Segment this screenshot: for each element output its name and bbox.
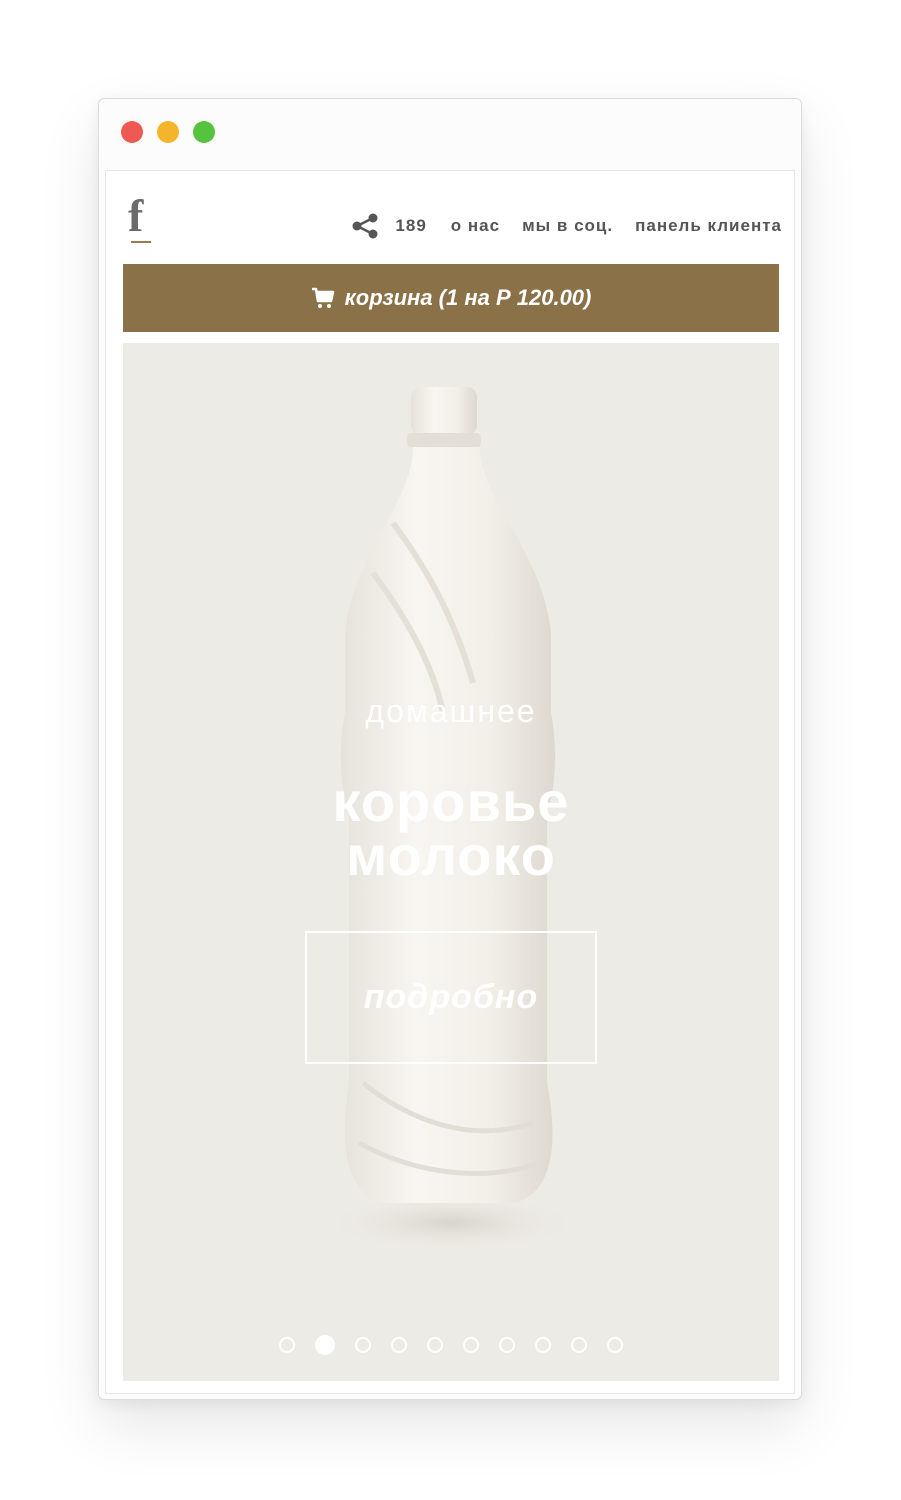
- hero-title-line2: молоко: [345, 824, 557, 887]
- slider-dot-6[interactable]: [463, 1337, 479, 1353]
- close-window-button[interactable]: [121, 121, 143, 143]
- top-navigation: 189 о нас мы в соц. панель клиента: [351, 213, 782, 239]
- nav-client-panel[interactable]: панель клиента: [635, 216, 782, 236]
- slider-dot-9[interactable]: [571, 1337, 587, 1353]
- nav-social[interactable]: мы в соц.: [522, 216, 613, 236]
- share-icon[interactable]: [351, 213, 379, 239]
- slider-dot-10[interactable]: [607, 1337, 623, 1353]
- slider-dot-8[interactable]: [535, 1337, 551, 1353]
- page-viewport: f 189 о нас мы в соц. панель клиента кор…: [105, 170, 795, 1394]
- browser-window: f 189 о нас мы в соц. панель клиента кор…: [98, 98, 802, 1400]
- slider-dot-3[interactable]: [355, 1337, 371, 1353]
- cart-button[interactable]: корзина (1 на Р 120.00): [123, 264, 779, 332]
- site-logo[interactable]: f: [128, 193, 154, 245]
- slider-dot-5[interactable]: [427, 1337, 443, 1353]
- maximize-window-button[interactable]: [193, 121, 215, 143]
- hero-subtitle: домашнее: [365, 693, 537, 729]
- logo-underline: [131, 241, 151, 243]
- details-button-label: подробно: [363, 978, 539, 1016]
- hero-title-line1: коровье: [332, 770, 570, 833]
- slider-dot-1[interactable]: [279, 1337, 295, 1353]
- hero-title: коровье молоко: [123, 770, 779, 887]
- window-controls: [121, 121, 215, 143]
- logo-letter: f: [128, 190, 144, 241]
- nav-about[interactable]: о нас: [451, 216, 500, 236]
- slider-pagination: [123, 1335, 779, 1355]
- slider-dot-2[interactable]: [315, 1335, 335, 1355]
- slider-dot-4[interactable]: [391, 1337, 407, 1353]
- cart-icon: [311, 287, 334, 308]
- hero-slider: домашнее коровье молоко подробно: [123, 343, 779, 1381]
- details-button[interactable]: подробно: [305, 931, 597, 1064]
- slider-dot-7[interactable]: [499, 1337, 515, 1353]
- cart-label: корзина (1 на Р 120.00): [344, 285, 592, 310]
- minimize-window-button[interactable]: [157, 121, 179, 143]
- share-count: 189: [395, 216, 427, 235]
